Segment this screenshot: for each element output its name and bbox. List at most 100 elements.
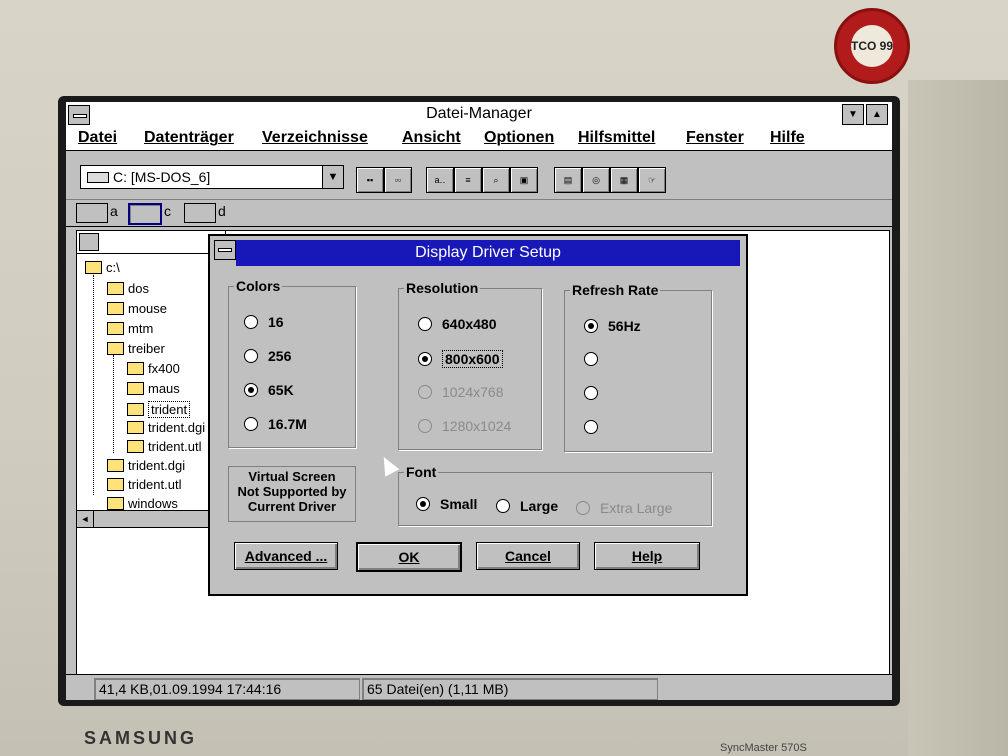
tree-item[interactable]: trident.dgi (107, 458, 185, 473)
directory-tree: c:\ dos mouse mtm treiber fx400 maus tri… (76, 230, 226, 528)
drive-select-value: C: [MS-DOS_6] (113, 169, 211, 185)
chevron-down-icon[interactable]: ▼ (322, 166, 343, 188)
tree-item[interactable]: mouse (107, 301, 167, 316)
folder-icon (107, 322, 124, 335)
cdrom-drive-icon[interactable] (184, 203, 216, 223)
color-16m-radio[interactable]: 16.7M (244, 416, 307, 432)
tree-line (93, 275, 94, 495)
hard-drive-icon (87, 172, 109, 183)
disconnect-drive-icon[interactable]: ▫▫ (384, 167, 412, 193)
cancel-button[interactable]: Cancel (476, 542, 580, 570)
menu-fenster[interactable]: Fenster (686, 129, 744, 147)
view-details-icon[interactable]: ≡ (454, 167, 482, 193)
refresh-option-radio[interactable] (584, 352, 608, 366)
folder-icon (127, 382, 144, 395)
monitor-brand: SAMSUNG (84, 728, 198, 748)
tree-line (113, 355, 114, 453)
tree-item[interactable]: dos (107, 281, 149, 296)
tree-item[interactable]: windows (107, 496, 178, 511)
menu-ansicht[interactable]: Ansicht (402, 129, 461, 147)
search-icon[interactable]: ⌕ (482, 167, 510, 193)
folder-icon (107, 459, 124, 472)
refresh-56hz-radio[interactable]: 56Hz (584, 318, 641, 334)
drive-a-label[interactable]: a (110, 203, 118, 219)
menu-hilfsmittel[interactable]: Hilfsmittel (578, 129, 655, 147)
menu-datei[interactable]: Datei (78, 129, 117, 147)
color-16-radio[interactable]: 16 (244, 314, 284, 330)
folder-icon (127, 362, 144, 375)
tree-item-selected[interactable]: trident (127, 401, 191, 418)
arrow-left-icon[interactable]: ◄ (77, 511, 94, 527)
folder-icon (127, 440, 144, 453)
sort-icon[interactable]: ▤ (554, 167, 582, 193)
font-small-radio[interactable]: Small (416, 496, 477, 512)
res-1280-radio[interactable]: 1280x1024 (418, 418, 511, 434)
font-extra-large-radio[interactable]: Extra Large (576, 500, 672, 516)
drive-d-label[interactable]: d (218, 203, 226, 219)
font-label: Font (404, 464, 439, 480)
menu-hilfe[interactable]: Hilfe (770, 129, 805, 147)
tree-item-root[interactable]: c:\ (85, 260, 120, 275)
font-large-radio[interactable]: Large (496, 498, 558, 514)
color-65k-radio[interactable]: 65K (244, 382, 294, 398)
dialog-title: Display Driver Setup (236, 240, 740, 266)
app-title: Datei-Manager (426, 105, 532, 122)
print-icon[interactable]: ▦ (610, 167, 638, 193)
refresh-label: Refresh Rate (570, 282, 661, 298)
folder-icon (107, 478, 124, 491)
folder-icon (85, 261, 102, 274)
drive-bar: a c d (66, 200, 892, 227)
tree-titlebar (77, 231, 225, 254)
resolution-label: Resolution (404, 280, 481, 296)
minimize-button[interactable]: ▼ (842, 104, 864, 125)
status-file-count: 65 Datei(en) (1,11 MB) (362, 678, 658, 700)
tree-item[interactable]: maus (127, 381, 180, 396)
res-800-radio[interactable]: 800x600 (418, 350, 503, 368)
hard-drive-icon[interactable] (128, 203, 162, 225)
help-button[interactable]: Help (594, 542, 700, 570)
floppy-drive-icon[interactable] (76, 203, 108, 223)
app-titlebar: Datei-Manager ▼ ▲ (66, 102, 892, 127)
share-icon[interactable]: ☞ (638, 167, 666, 193)
tree-system-menu[interactable] (79, 233, 99, 251)
tree-item[interactable]: mtm (107, 321, 153, 336)
tree-item[interactable]: trident.utl (127, 439, 201, 454)
folder-icon (107, 497, 124, 510)
toolbar: C: [MS-DOS_6] ▼ ▪▪ ▫▫ a‥ ≡ ⌕ ▣ ▤ ◎ ▦ ☞ (66, 151, 892, 200)
view-name-icon[interactable]: a‥ (426, 167, 454, 193)
dialog-system-menu[interactable] (214, 240, 236, 260)
folder-icon (107, 302, 124, 315)
status-selection: 41,4 KB,01.09.1994 17:44:16 (94, 678, 360, 700)
drive-c-label[interactable]: c (164, 203, 171, 219)
ok-button[interactable]: OK (356, 542, 462, 572)
status-bar: 41,4 KB,01.09.1994 17:44:16 65 Datei(en)… (66, 674, 892, 700)
tree-item[interactable]: fx400 (127, 361, 180, 376)
virtual-screen-note: Virtual Screen Not Supported by Current … (228, 466, 356, 522)
menu-verzeichnisse[interactable]: Verzeichnisse (262, 129, 368, 147)
monitor-model: SyncMaster 570S (720, 742, 807, 754)
connect-drive-icon[interactable]: ▪▪ (356, 167, 384, 193)
monitor-side (908, 80, 1008, 756)
refresh-option-radio[interactable] (584, 386, 608, 400)
tree-scrollbar[interactable]: ◄ (77, 510, 225, 527)
menu-datentraeger[interactable]: Datenträger (144, 129, 234, 147)
maximize-button[interactable]: ▲ (866, 104, 888, 125)
tco-badge-center: TCO 99 (851, 25, 893, 67)
screen: Datei-Manager ▼ ▲ Datei Datenträger Verz… (66, 102, 892, 700)
sort-date-icon[interactable]: ◎ (582, 167, 610, 193)
res-640-radio[interactable]: 640x480 (418, 316, 497, 332)
folder-icon (127, 421, 144, 434)
tree-item[interactable]: trident.dgi (127, 420, 205, 435)
color-256-radio[interactable]: 256 (244, 348, 291, 364)
colors-label: Colors (234, 278, 283, 294)
menu-optionen[interactable]: Optionen (484, 129, 554, 147)
res-1024-radio[interactable]: 1024x768 (418, 384, 504, 400)
tree-item[interactable]: trident.utl (107, 477, 181, 492)
view-partial-icon[interactable]: ▣ (510, 167, 538, 193)
advanced-button[interactable]: Advanced ... (234, 542, 338, 570)
open-folder-icon (127, 403, 144, 416)
drive-select[interactable]: C: [MS-DOS_6] ▼ (80, 165, 344, 189)
refresh-option-radio[interactable] (584, 420, 608, 434)
tco-badge: TCO 99 (834, 8, 910, 84)
tree-item[interactable]: treiber (107, 341, 165, 356)
